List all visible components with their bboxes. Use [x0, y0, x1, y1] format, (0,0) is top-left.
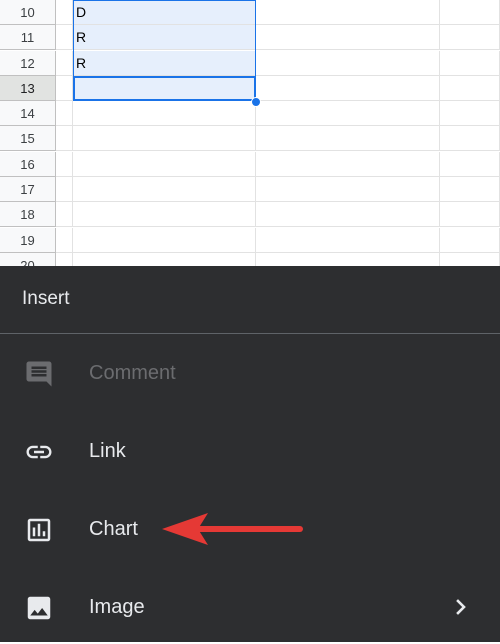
cell-c[interactable]: [256, 25, 440, 50]
cell-d[interactable]: [440, 152, 500, 177]
row-number[interactable]: 20: [0, 253, 56, 266]
row-number[interactable]: 17: [0, 177, 56, 202]
cell-c[interactable]: [256, 228, 440, 253]
sheet-row: 14: [0, 101, 500, 126]
row-number[interactable]: 11: [0, 25, 56, 50]
cell-d[interactable]: [440, 202, 500, 227]
cell-b[interactable]: [73, 228, 256, 253]
row-number[interactable]: 18: [0, 202, 56, 227]
cell-c[interactable]: [256, 101, 440, 126]
cell-d[interactable]: [440, 228, 500, 253]
cell-a[interactable]: [56, 51, 73, 76]
menu-item-link[interactable]: Link: [0, 416, 500, 488]
cell-b[interactable]: [73, 152, 256, 177]
spreadsheet-grid[interactable]: 10 D 11 R 12 R 13 14 15 16 17 18 19 20: [0, 0, 500, 266]
cell-a[interactable]: [56, 228, 73, 253]
cell-d[interactable]: [440, 126, 500, 151]
cell-d[interactable]: [440, 253, 500, 266]
row-number[interactable]: 19: [0, 228, 56, 253]
cell-a[interactable]: [56, 0, 73, 25]
sheet-row: 15: [0, 126, 500, 151]
link-icon: [26, 445, 52, 459]
row-number[interactable]: 10: [0, 0, 56, 25]
cell-a[interactable]: [56, 152, 73, 177]
insert-bottom-sheet: Insert Comment Link Chart Image: [0, 266, 500, 642]
cell-b[interactable]: D: [73, 0, 256, 25]
cell-d[interactable]: [440, 76, 500, 101]
active-cell[interactable]: [73, 76, 256, 101]
cell-c[interactable]: [256, 0, 440, 25]
menu-item-label: Comment: [89, 362, 176, 384]
cell-d[interactable]: [440, 177, 500, 202]
panel-title: Insert: [22, 288, 70, 309]
menu-item-label: Link: [89, 440, 126, 462]
selection-drag-handle[interactable]: [251, 97, 261, 107]
row-number[interactable]: 14: [0, 101, 56, 126]
image-icon: [27, 596, 51, 620]
cell-c[interactable]: [256, 51, 440, 76]
sheet-row: 12 R: [0, 51, 500, 76]
row-number[interactable]: 13: [0, 76, 56, 101]
sheet-row: 20: [0, 253, 500, 266]
divider: [0, 333, 500, 334]
cell-c[interactable]: [256, 202, 440, 227]
cell-b[interactable]: R: [73, 25, 256, 50]
comment-icon: [26, 361, 52, 387]
cell-c[interactable]: [256, 126, 440, 151]
cell-a[interactable]: [56, 101, 73, 126]
sheet-row: 13: [0, 76, 500, 101]
cell-c[interactable]: [256, 76, 440, 101]
row-number[interactable]: 16: [0, 152, 56, 177]
cell-c[interactable]: [256, 152, 440, 177]
cell-b[interactable]: [73, 101, 256, 126]
cell-a[interactable]: [56, 25, 73, 50]
menu-item-comment: Comment: [0, 338, 500, 410]
cell-d[interactable]: [440, 25, 500, 50]
cell-d[interactable]: [440, 0, 500, 25]
sheet-row: 19: [0, 228, 500, 253]
row-number[interactable]: 15: [0, 126, 56, 151]
cell-b[interactable]: [73, 177, 256, 202]
sheet-row: 18: [0, 202, 500, 227]
chart-icon: [27, 518, 51, 542]
chevron-right-icon: [456, 599, 466, 615]
sheet-row: 16: [0, 152, 500, 177]
sheet-row: 11 R: [0, 25, 500, 50]
cell-a[interactable]: [56, 253, 73, 266]
cell-c[interactable]: [256, 253, 440, 266]
cell-d[interactable]: [440, 101, 500, 126]
cell-b[interactable]: [73, 253, 256, 266]
cell-b[interactable]: [73, 202, 256, 227]
cell-b[interactable]: R: [73, 51, 256, 76]
menu-item-label: Image: [89, 596, 145, 618]
sheet-row: 17: [0, 177, 500, 202]
menu-item-image[interactable]: Image: [0, 572, 500, 644]
cell-b[interactable]: [73, 126, 256, 151]
cell-d[interactable]: [440, 51, 500, 76]
menu-item-label: Chart: [89, 518, 138, 540]
cell-a[interactable]: [56, 126, 73, 151]
annotation-arrow-icon: [162, 513, 303, 545]
cell-a[interactable]: [56, 202, 73, 227]
cell-c[interactable]: [256, 177, 440, 202]
cell-a[interactable]: [56, 177, 73, 202]
row-number[interactable]: 12: [0, 51, 56, 76]
sheet-row: 10 D: [0, 0, 500, 25]
cell-a[interactable]: [56, 76, 73, 101]
